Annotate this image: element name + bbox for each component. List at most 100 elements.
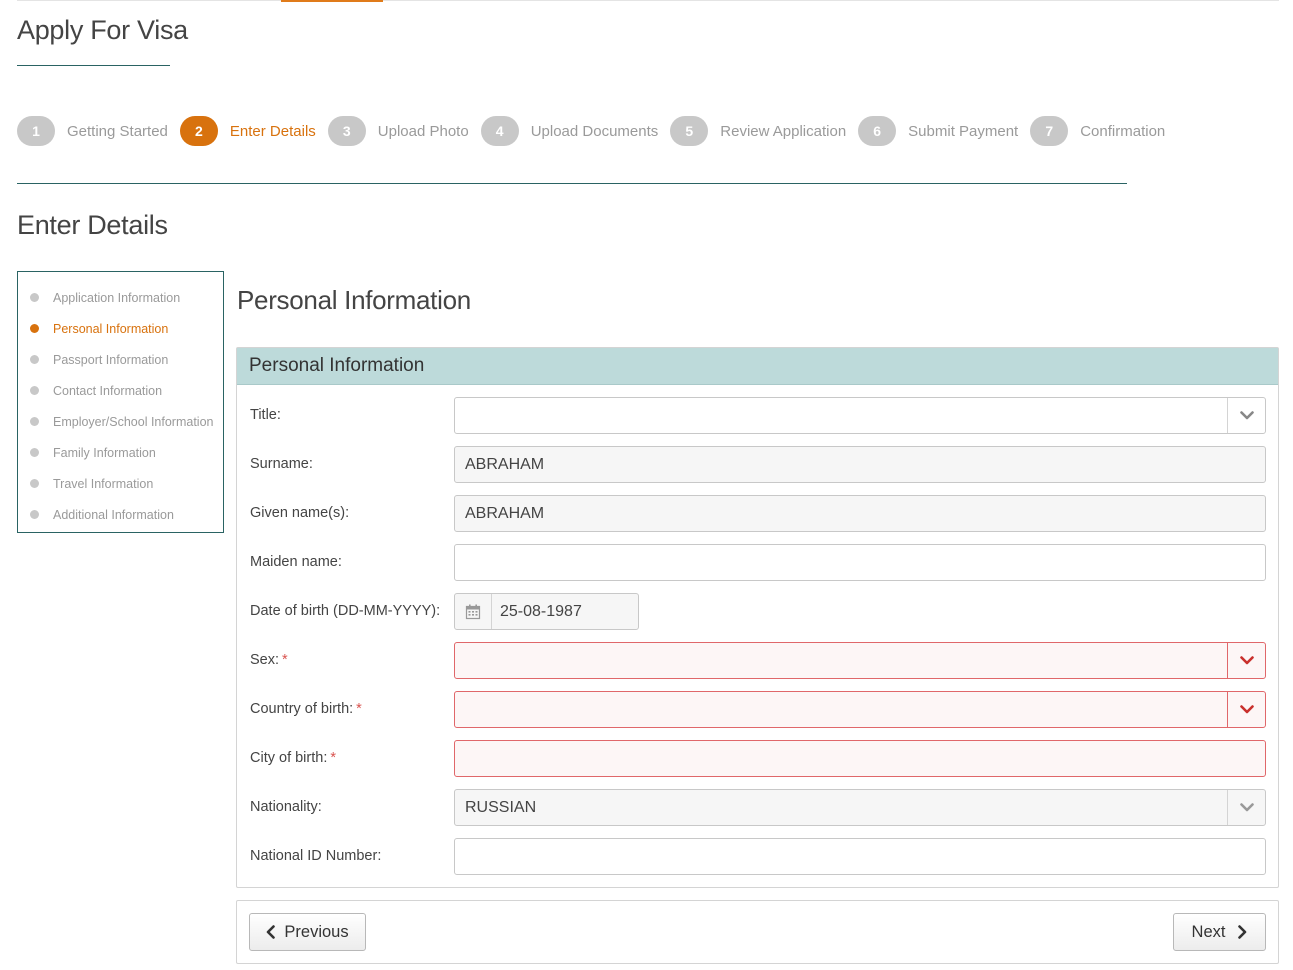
country-of-birth-select[interactable] xyxy=(454,691,1266,728)
bullet-dot-icon xyxy=(30,417,39,426)
sidebar-item-label: Employer/School Information xyxy=(53,414,214,429)
step-number: 2 xyxy=(179,116,218,146)
next-button-label: Next xyxy=(1191,922,1226,941)
wizard-step-3[interactable]: 3 Upload Photo xyxy=(327,116,469,146)
wizard-divider xyxy=(17,183,1127,184)
nationality-label: Nationality: xyxy=(250,799,322,815)
chevron-left-icon xyxy=(267,925,276,939)
bullet-dot-icon xyxy=(30,510,39,519)
sidebar-item-label: Contact Information xyxy=(53,383,163,398)
step-number: 4 xyxy=(480,116,519,146)
previous-button[interactable]: Previous xyxy=(249,913,366,951)
wizard-step-7[interactable]: 7 Confirmation xyxy=(1030,116,1165,146)
step-number: 1 xyxy=(17,116,55,146)
page-title: Apply For Visa xyxy=(17,15,188,45)
dob-value: 25-08-1987 xyxy=(500,602,582,620)
next-button[interactable]: Next xyxy=(1173,913,1266,951)
dob-label: Date of birth (DD-MM-YYYY): xyxy=(250,603,441,619)
step-number: 3 xyxy=(327,116,366,146)
sex-label: Sex: * xyxy=(250,652,288,668)
step-label: Review Application xyxy=(720,122,847,140)
form-row-country-of-birth: Country of birth: * xyxy=(237,691,1278,729)
form-row-given-names: Given name(s): ABRAHAM xyxy=(237,495,1278,533)
calendar-icon[interactable] xyxy=(455,594,492,629)
panel-header: Personal Information xyxy=(237,348,1278,385)
form-row-nationality: Nationality: RUSSIAN xyxy=(237,789,1278,827)
title-label: Title: xyxy=(250,407,281,423)
step-label: Upload Photo xyxy=(377,122,469,140)
sidebar-item-family-information[interactable]: Family Information xyxy=(18,437,223,468)
details-sidebar: Application Information Personal Informa… xyxy=(17,271,224,533)
step-label: Confirmation xyxy=(1080,122,1166,140)
form-row-title: Title: xyxy=(237,397,1278,435)
step-number: 7 xyxy=(1030,116,1069,146)
sidebar-item-label: Family Information xyxy=(53,445,156,460)
sidebar-item-application-information[interactable]: Application Information xyxy=(18,282,223,313)
top-accent-bar xyxy=(281,0,383,2)
top-rule xyxy=(17,0,1279,1)
bullet-dot-icon xyxy=(30,293,39,302)
chevron-down-icon[interactable] xyxy=(1227,692,1265,727)
step-label: Submit Payment xyxy=(908,122,1019,140)
form-row-city-of-birth: City of birth: * xyxy=(237,740,1278,778)
city-of-birth-field[interactable] xyxy=(454,740,1266,777)
national-id-field[interactable] xyxy=(454,838,1266,875)
given-names-label: Given name(s): xyxy=(250,505,350,521)
form-navigation: Previous Next xyxy=(236,900,1279,964)
wizard-step-4[interactable]: 4 Upload Documents xyxy=(480,116,659,146)
step-number: 5 xyxy=(670,116,709,146)
required-asterisk: * xyxy=(330,750,337,766)
content-title: Personal Information xyxy=(237,285,471,315)
required-asterisk: * xyxy=(282,652,288,668)
form-row-maiden-name: Maiden name: xyxy=(237,544,1278,582)
step-number: 6 xyxy=(858,116,897,146)
bullet-dot-icon xyxy=(30,324,39,333)
bullet-dot-icon xyxy=(30,355,39,364)
section-title: Enter Details xyxy=(17,210,168,240)
sex-select[interactable] xyxy=(454,642,1266,679)
maiden-name-field[interactable] xyxy=(454,544,1266,581)
wizard-step-6[interactable]: 6 Submit Payment xyxy=(858,116,1018,146)
given-names-field[interactable]: ABRAHAM xyxy=(454,495,1266,532)
sidebar-item-travel-information[interactable]: Travel Information xyxy=(18,468,223,499)
chevron-down-icon[interactable] xyxy=(1227,643,1265,678)
maiden-name-label: Maiden name: xyxy=(250,554,342,570)
sidebar-item-label: Application Information xyxy=(53,290,181,305)
country-of-birth-label: Country of birth: * xyxy=(250,701,362,717)
sidebar-item-label: Personal Information xyxy=(53,321,169,336)
nationality-select[interactable]: RUSSIAN xyxy=(454,789,1266,826)
bullet-dot-icon xyxy=(30,386,39,395)
sidebar-item-label: Additional Information xyxy=(53,507,174,522)
sidebar-item-label: Passport Information xyxy=(53,352,169,367)
step-label: Getting Started xyxy=(67,122,168,140)
chevron-down-icon[interactable] xyxy=(1227,790,1265,825)
form-row-sex: Sex: * xyxy=(237,642,1278,680)
city-of-birth-label: City of birth: * xyxy=(250,750,337,766)
wizard-step-1[interactable]: 1 Getting Started xyxy=(17,116,168,146)
form-row-surname: Surname: ABRAHAM xyxy=(237,446,1278,484)
bullet-dot-icon xyxy=(30,479,39,488)
sidebar-item-label: Travel Information xyxy=(53,476,154,491)
form-row-dob: Date of birth (DD-MM-YYYY): 25-08-1987 xyxy=(237,593,1278,631)
sidebar-item-passport-information[interactable]: Passport Information xyxy=(18,344,223,375)
sidebar-item-employer-school-information[interactable]: Employer/School Information xyxy=(18,406,223,437)
form-row-national-id: National ID Number: xyxy=(237,838,1278,876)
chevron-down-icon[interactable] xyxy=(1227,398,1265,433)
required-asterisk: * xyxy=(356,701,362,717)
previous-button-label: Previous xyxy=(284,922,349,941)
bullet-dot-icon xyxy=(30,448,39,457)
step-label: Upload Documents xyxy=(530,122,659,140)
chevron-right-icon xyxy=(1238,925,1247,939)
sidebar-item-contact-information[interactable]: Contact Information xyxy=(18,375,223,406)
dob-date-field[interactable]: 25-08-1987 xyxy=(454,593,639,630)
national-id-label: National ID Number: xyxy=(250,848,382,864)
wizard-step-5[interactable]: 5 Review Application xyxy=(670,116,846,146)
wizard-steps: 1 Getting Started 2 Enter Details 3 Uplo… xyxy=(17,115,1177,147)
wizard-step-2[interactable]: 2 Enter Details xyxy=(179,116,316,146)
surname-field[interactable]: ABRAHAM xyxy=(454,446,1266,483)
sidebar-item-personal-information[interactable]: Personal Information xyxy=(18,313,223,344)
title-select[interactable] xyxy=(454,397,1266,434)
step-label: Enter Details xyxy=(229,122,316,140)
sidebar-item-additional-information[interactable]: Additional Information xyxy=(18,499,223,530)
title-underline xyxy=(17,65,170,66)
